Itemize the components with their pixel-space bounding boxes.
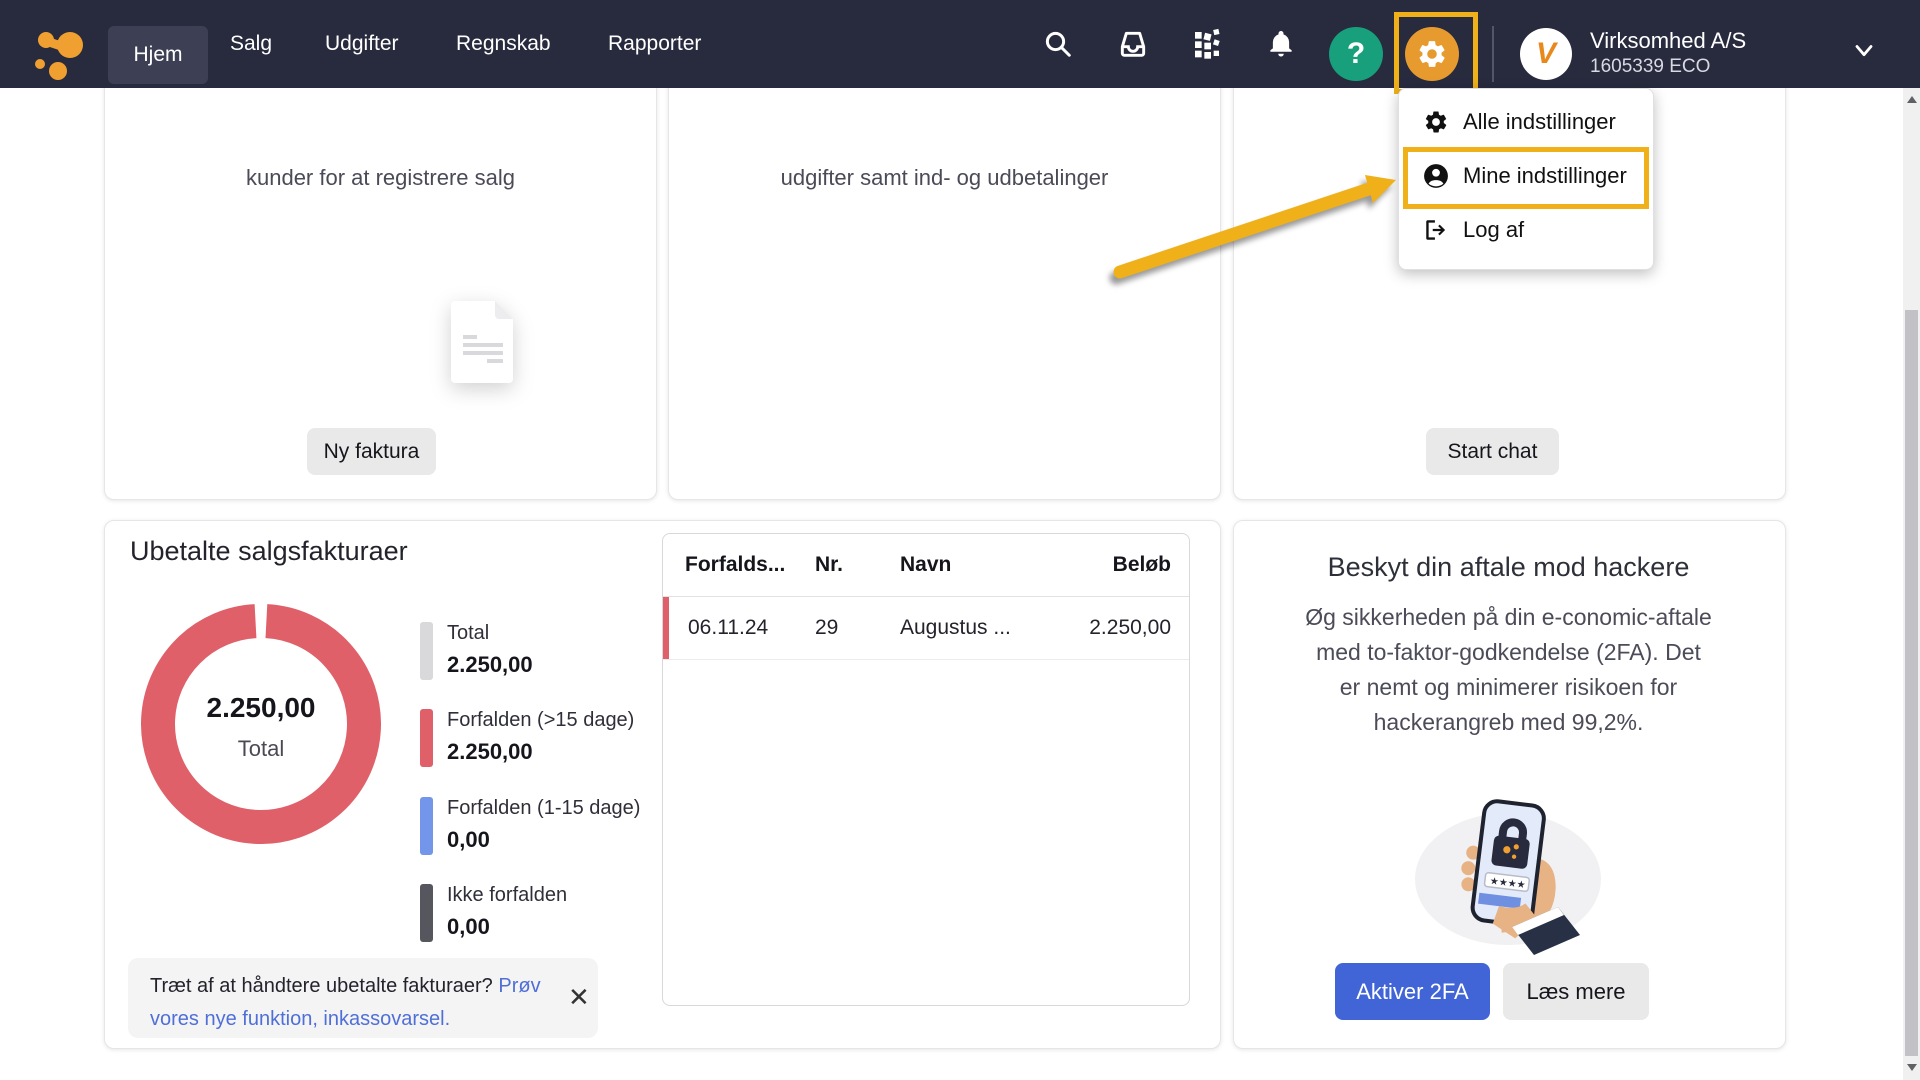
donut-center-value: 2.250,00 (161, 692, 361, 724)
chevron-down-icon[interactable] (1850, 36, 1878, 64)
phone-2fa-illustration: ★★★★ (1408, 795, 1608, 955)
read-more-button[interactable]: Læs mere (1503, 963, 1649, 1020)
cell-name: Augustus ... (900, 597, 1011, 659)
legend-value: 2.250,00 (447, 652, 533, 678)
legend-label: Total (447, 622, 489, 645)
legend-label: Forfalden (>15 dage) (447, 709, 634, 732)
new-invoice-button[interactable]: Ny faktura (307, 428, 436, 475)
nav-item-rapporter[interactable]: Rapporter (608, 0, 701, 88)
gear-icon (1423, 109, 1449, 135)
vertical-scrollbar[interactable] (1903, 88, 1920, 1080)
visma-account-avatar[interactable]: V (1520, 28, 1572, 80)
cell-amount: 2.250,00 (1089, 597, 1171, 659)
banner-text: Træt af at håndtere ubetalte fakturaer? … (150, 970, 550, 1036)
company-name: Virksomhed A/S (1590, 28, 1746, 54)
twofa-body-line: Øg sikkerheden på din e-conomic-aftale (1233, 604, 1784, 631)
settings-dropdown-menu: Alle indstillinger Mine indstillinger Lo… (1398, 88, 1654, 270)
company-number: 1605339 ECO (1590, 56, 1710, 78)
legend-swatch-total (420, 622, 433, 680)
legend-label: Ikke forfalden (447, 884, 567, 907)
menu-item-label: Log af (1463, 217, 1524, 243)
invoice-card-subtitle: kunder for at registrere salg (105, 165, 656, 191)
twofa-body-line: hackerangreb med 99,2%. (1233, 709, 1784, 736)
annotation-arrow (1090, 150, 1420, 300)
legend-value: 2.250,00 (447, 739, 533, 765)
col-header-amount[interactable]: Beløb (1113, 534, 1171, 596)
help-button[interactable]: ? (1329, 27, 1383, 81)
col-header-due-date[interactable]: Forfalds... (685, 534, 785, 596)
donut-center-label: Total (161, 736, 361, 762)
my-settings-highlight-box (1403, 147, 1649, 209)
banner-close-icon[interactable]: ✕ (568, 982, 590, 1013)
nav-item-hjem[interactable]: Hjem (108, 26, 208, 84)
nav-divider (1492, 26, 1494, 82)
legend-value: 0,00 (447, 914, 490, 940)
activate-2fa-button[interactable]: Aktiver 2FA (1335, 963, 1490, 1020)
app-window: kunder for at registrere salg Ny faktura… (0, 0, 1920, 1080)
avatar-letter: V (1536, 37, 1556, 71)
menu-item-label: Alle indstillinger (1463, 109, 1616, 135)
top-navbar: Hjem Salg Udgifter Regnskab Rapporter ? … (0, 0, 1920, 88)
legend-value: 0,00 (447, 827, 490, 853)
menu-item-all-settings[interactable]: Alle indstillinger (1407, 95, 1645, 149)
nav-item-regnskab[interactable]: Regnskab (456, 0, 551, 88)
scrollbar-thumb[interactable] (1905, 310, 1918, 1056)
scrollbar-up-icon[interactable] (1907, 96, 1917, 103)
unpaid-invoices-title: Ubetalte salgsfakturaer (130, 536, 408, 567)
twofa-title: Beskyt din aftale mod hackere (1233, 552, 1784, 583)
donut-ring (153, 616, 369, 832)
search-icon[interactable] (1030, 0, 1086, 88)
app-switcher-icon[interactable] (1179, 0, 1235, 88)
col-header-name[interactable]: Navn (900, 534, 951, 596)
cell-due-date: 06.11.24 (688, 597, 768, 659)
table-row[interactable]: 06.11.24 29 Augustus ... 2.250,00 (663, 597, 1189, 660)
menu-item-log-out[interactable]: Log af (1407, 203, 1645, 257)
economic-logo[interactable] (33, 26, 87, 80)
nav-item-salg[interactable]: Salg (230, 0, 272, 88)
legend-label: Forfalden (1-15 dage) (447, 797, 640, 820)
logout-icon (1423, 217, 1449, 243)
start-chat-button[interactable]: Start chat (1426, 428, 1559, 475)
legend-swatch-not-due (420, 884, 433, 942)
unpaid-donut-chart (141, 604, 381, 844)
col-header-number[interactable]: Nr. (815, 534, 843, 596)
scrollbar-down-icon[interactable] (1907, 1064, 1917, 1071)
unpaid-invoices-table: Forfalds... Nr. Navn Beløb 06.11.24 29 A… (662, 533, 1190, 1006)
inbox-icon[interactable] (1105, 0, 1161, 88)
twofa-body-line: er nemt og minimerer risikoen for (1233, 674, 1784, 701)
new-invoice-card: kunder for at registrere salg Ny faktura (104, 60, 657, 500)
overdue-stripe (663, 597, 669, 659)
settings-highlight-box (1394, 12, 1478, 94)
twofa-body-line: med to-faktor-godkendelse (2FA). Det (1233, 639, 1784, 666)
help-glyph: ? (1347, 37, 1365, 71)
notifications-bell-icon[interactable] (1253, 0, 1309, 88)
nav-item-udgifter[interactable]: Udgifter (325, 0, 399, 88)
legend-swatch-overdue-1-15 (420, 797, 433, 855)
legend-swatch-overdue-15plus (420, 709, 433, 767)
document-icon (451, 301, 517, 383)
cell-number: 29 (815, 597, 838, 659)
inkasso-banner: Træt af at håndtere ubetalte fakturaer? … (128, 958, 598, 1038)
